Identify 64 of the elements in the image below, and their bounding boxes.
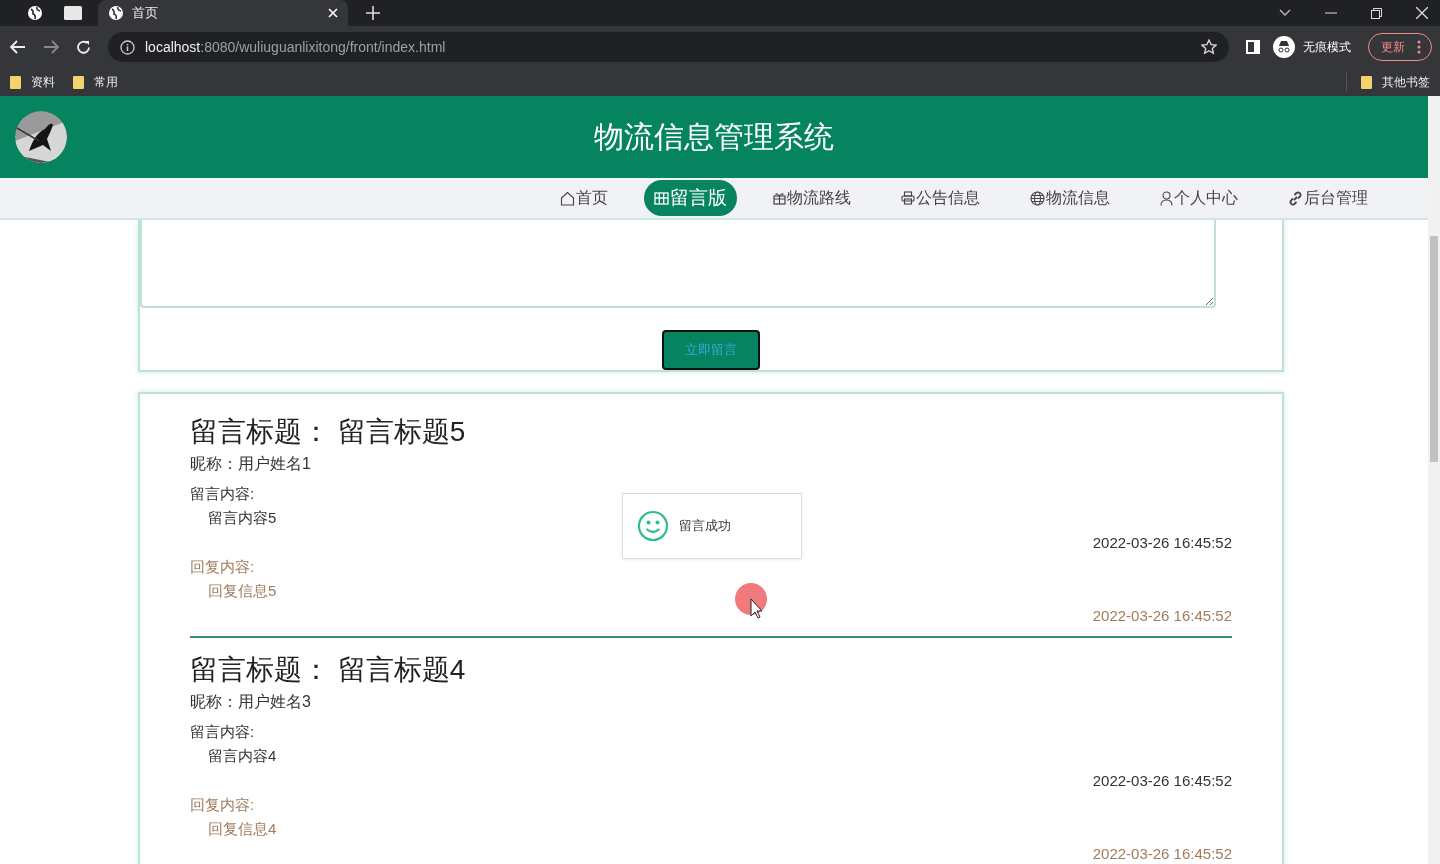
more-icon: [1417, 40, 1421, 54]
scrollbar-thumb[interactable]: [1430, 236, 1438, 462]
tab-search-icon[interactable]: [1279, 9, 1291, 17]
reply-content: 回复信息4: [207, 819, 277, 839]
address-bar[interactable]: localhost:8080/wuliuguanlixitong/front/index.html: [108, 32, 1229, 62]
incognito-icon: [1273, 36, 1295, 58]
folder-icon: [73, 75, 84, 89]
message-title: 留言标题： 留言标题5: [190, 415, 466, 449]
reload-icon[interactable]: [76, 39, 91, 55]
bookmark-folder[interactable]: 其他书签: [1361, 73, 1430, 91]
nav-item[interactable]: 物流信息: [1020, 180, 1120, 216]
link-icon: [1288, 190, 1303, 206]
reply-time: 2022-03-26 16:45:52: [1092, 844, 1232, 864]
nav-item[interactable]: 公告信息: [891, 180, 990, 216]
url-text: localhost:8080/wuliuguanlixitong/front/index.html: [145, 39, 446, 55]
restore-icon[interactable]: [1371, 7, 1382, 19]
message-time: 2022-03-26 16:45:52: [1092, 771, 1232, 791]
toast-text: 留言成功: [679, 517, 731, 535]
back-icon[interactable]: [10, 40, 26, 54]
reply-label: 回复内容:: [190, 557, 255, 577]
nav-item[interactable]: 后台管理: [1278, 180, 1378, 216]
nickname-text: 昵称：用户姓名3: [190, 692, 311, 712]
globe-icon: [108, 5, 124, 21]
nickname-text: 昵称：用户姓名1: [190, 454, 311, 474]
scrollbar[interactable]: [1428, 96, 1440, 864]
new-tab-icon[interactable]: [366, 6, 380, 20]
info-icon: [120, 39, 135, 55]
close-icon[interactable]: [1416, 7, 1428, 19]
printer-icon: [901, 191, 915, 205]
incognito-chip[interactable]: 无痕模式: [1273, 36, 1351, 58]
message-input[interactable]: [140, 220, 1216, 308]
bookmark-folder[interactable]: 资料: [10, 73, 55, 91]
reply-label: 回复内容:: [190, 795, 255, 815]
globe-icon: [27, 5, 43, 21]
nav-item[interactable]: 留言版: [644, 180, 737, 216]
click-indicator-icon: [735, 583, 769, 619]
sidebar-icon[interactable]: [1246, 40, 1260, 54]
message-title: 留言标题： 留言标题4: [190, 653, 466, 687]
site-title: 物流信息管理系统: [594, 118, 834, 155]
folder-icon: [1361, 75, 1372, 89]
nav-item[interactable]: 物流路线: [763, 180, 861, 216]
message-time: 2022-03-26 16:45:52: [1092, 533, 1232, 553]
reply-time: 2022-03-26 16:45:52: [1092, 606, 1232, 626]
nav-item[interactable]: 首页: [550, 180, 618, 216]
message-content: 留言内容4: [207, 746, 277, 766]
update-button[interactable]: 更新: [1368, 33, 1432, 61]
user-icon: [1160, 190, 1173, 206]
star-icon[interactable]: [1201, 39, 1217, 55]
globe-icon: [1030, 190, 1045, 206]
gift-icon: [773, 191, 786, 205]
folder-icon: [10, 75, 21, 89]
message-content: 留言内容5: [207, 508, 277, 528]
bookmark-folder[interactable]: 常用: [73, 73, 118, 91]
nav-item[interactable]: 个人中心: [1150, 180, 1248, 216]
grid-icon: [654, 191, 669, 205]
content-label: 留言内容:: [190, 722, 255, 742]
forward-icon[interactable]: [43, 40, 59, 54]
window-icon: [64, 6, 82, 20]
tab-title: 首页: [132, 4, 158, 22]
browser-tab[interactable]: 首页: [98, 0, 348, 26]
home-icon: [560, 190, 575, 206]
smiley-icon: [637, 510, 669, 542]
content-label: 留言内容:: [190, 484, 255, 504]
reply-content: 回复信息5: [207, 581, 277, 601]
